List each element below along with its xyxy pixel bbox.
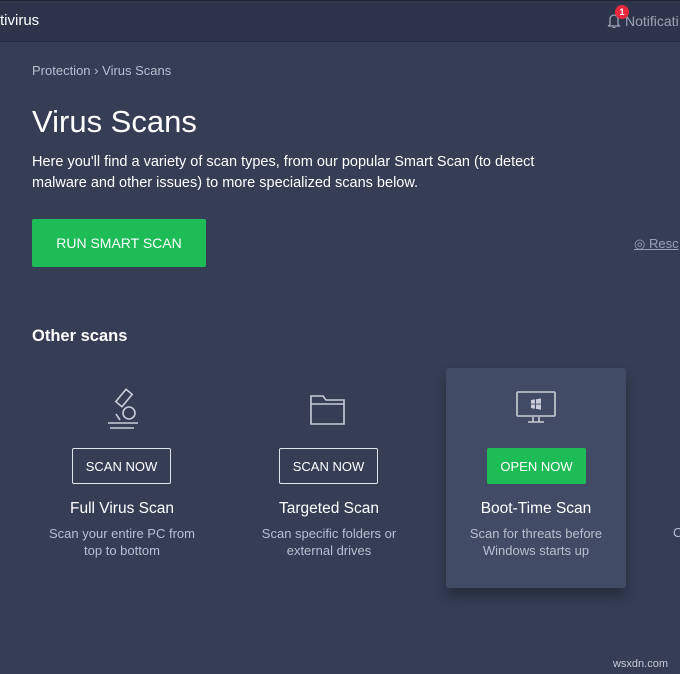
- run-smart-scan-button[interactable]: RUN SMART SCAN: [32, 219, 206, 267]
- bell-icon: 1: [606, 5, 629, 30]
- card-description: Scan for threats before Windows starts u…: [469, 526, 603, 558]
- notifications-label: Notificati: [625, 13, 679, 29]
- notification-badge: 1: [615, 5, 629, 19]
- card-title: Boot-Time Scan: [480, 500, 592, 517]
- open-now-button[interactable]: OPEN NOW: [487, 448, 586, 484]
- card-title: Full Virus Scan: [70, 500, 174, 517]
- card-description: Scan specific folders or external drives: [261, 526, 397, 558]
- title-bar: tivirus 1 Notificati: [0, 0, 680, 42]
- other-scans-heading: Other scans: [32, 327, 128, 345]
- card-description: Scan your entire PC from top to bottom: [49, 526, 195, 558]
- windows-monitor-icon: [516, 391, 556, 423]
- breadcrumb-current: Virus Scans: [102, 63, 172, 78]
- folder-icon: [310, 395, 345, 425]
- page-description: Here you'll find a variety of scan types…: [32, 154, 535, 191]
- notifications-button[interactable]: 1 Notificati: [606, 5, 679, 30]
- microscope-icon: [108, 388, 138, 429]
- rescue-disk-link[interactable]: ◎ Resc: [634, 236, 679, 252]
- card-title: Targeted Scan: [279, 500, 379, 517]
- lifebuoy-icon: ◎: [634, 236, 646, 251]
- watermark: wsxdn.com: [612, 658, 668, 670]
- breadcrumb-separator: ›: [94, 63, 99, 78]
- page-title: Virus Scans: [32, 104, 197, 139]
- rescue-link-label: Resc: [648, 236, 679, 251]
- partial-card-text: C: [673, 525, 680, 540]
- scan-card-boot-time: OPEN NOW Boot-Time Scan Scan for threats…: [446, 368, 626, 588]
- scan-card-targeted: SCAN NOW Targeted Scan Scan specific fol…: [239, 368, 419, 588]
- targeted-scan-button[interactable]: SCAN NOW: [279, 448, 378, 484]
- breadcrumb-protection[interactable]: Protection: [32, 63, 91, 78]
- full-scan-button[interactable]: SCAN NOW: [72, 448, 171, 484]
- app-title: tivirus: [0, 12, 40, 29]
- scan-card-full: SCAN NOW Full Virus Scan Scan your entir…: [32, 368, 212, 588]
- breadcrumb: Protection › Virus Scans: [32, 63, 171, 78]
